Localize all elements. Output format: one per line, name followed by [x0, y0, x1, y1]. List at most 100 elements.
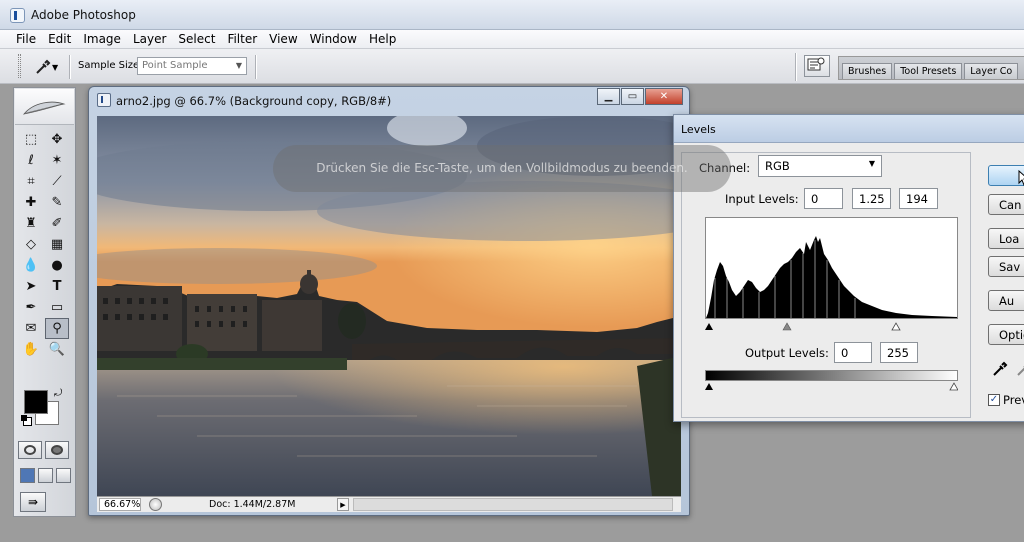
- path-selection-tool-icon[interactable]: ➤: [19, 276, 43, 297]
- output-black-handle[interactable]: [705, 383, 713, 390]
- tab-layer-comps[interactable]: Layer Co: [964, 63, 1019, 79]
- dodge-tool-icon[interactable]: ●: [45, 255, 69, 276]
- menu-edit[interactable]: Edit: [42, 30, 77, 48]
- healing-brush-tool-icon[interactable]: ✚: [19, 192, 43, 213]
- options-bar-grip[interactable]: [18, 54, 21, 78]
- input-levels-label: Input Levels:: [725, 192, 799, 206]
- options-divider: [69, 55, 71, 79]
- jump-to-imageready-button[interactable]: ⇛: [20, 492, 46, 512]
- swap-colors-icon[interactable]: ⤾: [54, 388, 62, 399]
- output-white-handle[interactable]: [949, 382, 959, 391]
- black-eyedropper-icon[interactable]: [992, 361, 1008, 377]
- input-levels-slider[interactable]: [705, 319, 958, 331]
- default-colors-icon[interactable]: [21, 415, 32, 426]
- move-tool-icon[interactable]: ✥: [45, 129, 69, 150]
- sample-size-select[interactable]: Point Sample ▼: [137, 57, 247, 75]
- clone-stamp-tool-icon[interactable]: ♜: [19, 213, 43, 234]
- tab-brushes[interactable]: Brushes: [842, 63, 893, 79]
- preview-label: Prev: [1003, 393, 1024, 407]
- restore-icon: ▭: [627, 91, 638, 102]
- menu-select[interactable]: Select: [172, 30, 221, 48]
- hand-tool-icon[interactable]: ✋: [19, 339, 43, 360]
- full-screen-menu-button[interactable]: [38, 468, 53, 483]
- minimize-button[interactable]: ▁: [597, 88, 620, 105]
- eyedropper-icon: [36, 59, 51, 74]
- sample-size-label: Sample Size:: [78, 60, 143, 71]
- file-browser-button[interactable]: [804, 55, 830, 77]
- levels-title-bar[interactable]: Levels: [674, 115, 1024, 143]
- marquee-tool-icon[interactable]: ⬚: [19, 129, 43, 150]
- type-tool-icon[interactable]: T: [45, 276, 69, 297]
- status-indicator-icon[interactable]: [149, 498, 162, 511]
- standard-mode-icon: [24, 445, 36, 455]
- menu-layer[interactable]: Layer: [127, 30, 172, 48]
- output-white-field[interactable]: 255: [880, 342, 918, 363]
- chevron-down-icon: ▼: [235, 61, 242, 70]
- zoom-field[interactable]: 66.67%: [99, 498, 141, 511]
- menu-view[interactable]: View: [263, 30, 303, 48]
- mouse-cursor-icon: [1018, 170, 1024, 186]
- output-levels-slider[interactable]: [705, 381, 959, 391]
- crop-tool-icon[interactable]: ⌗: [19, 171, 43, 192]
- quick-mask-controls: [18, 441, 73, 459]
- horizontal-scrollbar[interactable]: [353, 498, 673, 511]
- zoom-tool-icon[interactable]: 🔍: [45, 339, 69, 360]
- standard-screen-button[interactable]: [20, 468, 35, 483]
- file-browser-icon: [807, 57, 825, 71]
- document-title: arno2.jpg @ 66.7% (Background copy, RGB/…: [116, 94, 392, 108]
- blur-tool-icon[interactable]: 💧: [19, 255, 43, 276]
- gray-eyedropper-icon[interactable]: [1016, 361, 1024, 377]
- shape-tool-icon[interactable]: ▭: [45, 297, 69, 318]
- gradient-tool-icon[interactable]: ▦: [45, 234, 69, 255]
- white-point-handle[interactable]: [891, 322, 901, 331]
- output-levels-label: Output Levels:: [745, 346, 829, 360]
- tool-grid: ⬚ ✥ ℓ ✶ ⌗ ⟋ ✚ ✎ ♜ ✐ ◇ ▦ 💧 ● ➤ T ✒ ▭ ✉ ⚲ …: [19, 129, 71, 360]
- pen-tool-icon[interactable]: ✒: [19, 297, 43, 318]
- menu-file[interactable]: File: [0, 30, 42, 48]
- save-button[interactable]: Sav: [988, 256, 1024, 277]
- eyedropper-group: [992, 361, 1024, 377]
- fullscreen-hint: Drücken Sie die Esc-Taste, um den Vollbi…: [273, 145, 731, 192]
- histogram: [705, 217, 958, 319]
- menu-help[interactable]: Help: [363, 30, 402, 48]
- magic-wand-tool-icon[interactable]: ✶: [45, 150, 69, 171]
- status-menu-arrow-icon[interactable]: ▶: [337, 498, 349, 511]
- channel-select[interactable]: RGB ▼: [758, 155, 882, 177]
- gamma-handle[interactable]: [782, 322, 792, 331]
- foreground-color-swatch-top[interactable]: [24, 390, 48, 414]
- input-white-field[interactable]: 194: [899, 188, 938, 209]
- restore-button[interactable]: ▭: [621, 88, 644, 105]
- slice-tool-icon[interactable]: ⟋: [45, 171, 69, 192]
- notes-tool-icon[interactable]: ✉: [19, 318, 43, 339]
- cancel-button[interactable]: Can: [988, 194, 1024, 215]
- brush-tool-icon[interactable]: ✎: [45, 192, 69, 213]
- lasso-tool-icon[interactable]: ℓ: [19, 150, 43, 171]
- status-bar: 66.67% Doc: 1.44M/2.87M ▶: [97, 496, 681, 512]
- quick-mask-button[interactable]: [45, 441, 69, 459]
- history-brush-tool-icon[interactable]: ✐: [45, 213, 69, 234]
- toolbox-header[interactable]: [15, 89, 74, 125]
- tab-tool-presets[interactable]: Tool Presets: [894, 63, 963, 79]
- black-point-handle[interactable]: [705, 323, 713, 330]
- preview-checkbox[interactable]: ✓ Prev: [988, 393, 1024, 407]
- options-button[interactable]: Optio: [988, 324, 1024, 345]
- output-slider-track: [705, 382, 959, 391]
- tool-preset-picker[interactable]: ▼: [30, 57, 64, 77]
- eyedropper-tool-icon[interactable]: ⚲: [45, 318, 69, 339]
- full-screen-button[interactable]: [56, 468, 71, 483]
- menu-window[interactable]: Window: [304, 30, 363, 48]
- load-button[interactable]: Loa: [988, 228, 1024, 249]
- output-gradient: [705, 370, 958, 381]
- menu-filter[interactable]: Filter: [221, 30, 263, 48]
- output-black-field[interactable]: 0: [834, 342, 872, 363]
- close-button[interactable]: ✕: [645, 88, 683, 105]
- screen-mode-controls: [20, 468, 75, 483]
- input-slider-track: [705, 322, 901, 331]
- menu-image[interactable]: Image: [77, 30, 127, 48]
- histogram-graph: [706, 236, 957, 318]
- input-gamma-field[interactable]: 1.25: [852, 188, 891, 209]
- eraser-tool-icon[interactable]: ◇: [19, 234, 43, 255]
- standard-mode-button[interactable]: [18, 441, 42, 459]
- auto-button[interactable]: Au: [988, 290, 1024, 311]
- input-black-field[interactable]: 0: [804, 188, 843, 209]
